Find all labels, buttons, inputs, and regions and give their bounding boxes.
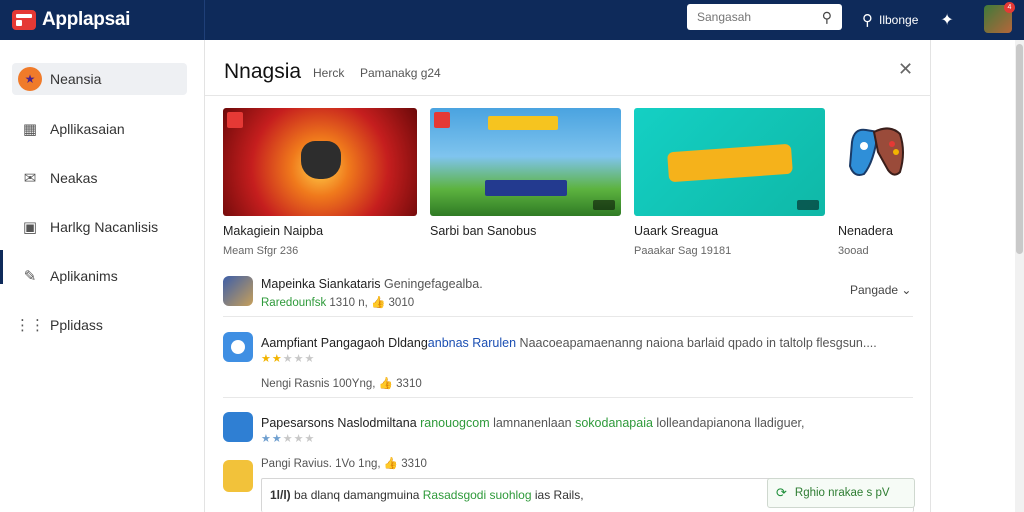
rating-stars: ★★★★★ [261, 433, 316, 445]
sidebar-item-label: Pplidass [50, 317, 103, 333]
tab-pamanakg[interactable]: Pamanakg g24 [360, 66, 441, 80]
dots-icon: ⋮⋮ [15, 317, 45, 334]
sidebar-item-label: Harlkg Nacanlisis [50, 219, 159, 235]
search-input[interactable] [697, 10, 817, 24]
tag-icon [227, 112, 243, 128]
app-logo-icon [12, 10, 36, 30]
sidebar-item-harlkg[interactable]: ▣ Harlkg Nacanlisis [12, 211, 187, 243]
featured-card-1[interactable] [223, 108, 417, 216]
app-icon [223, 412, 253, 442]
action-button-label: Rghio nrakae s pV [794, 487, 890, 499]
featured-title[interactable]: Uaark Sreagua [634, 224, 718, 238]
puzzle-icon[interactable]: ✦ [940, 10, 953, 30]
page-title: Nnagsia [224, 60, 302, 83]
list-item[interactable]: Aampfiant Pangagaoh Dldanganbnas Rarulen… [223, 330, 913, 398]
bottom-text: 1l/l) ba dlanq damangmuina Rasadsgodi su… [270, 488, 584, 502]
featured-title[interactable]: Sarbi ban Sanobus [430, 224, 536, 238]
badge-icon: ★ [18, 67, 42, 91]
list-item[interactable]: Mapeinka Siankataris Geningefagealba. Ra… [223, 274, 913, 317]
sidebar-item-apps[interactable]: ▦ Apllikasaian [12, 113, 187, 145]
sidebar-item-label: Aplikanims [50, 268, 118, 284]
pen-icon: ✎ [23, 268, 37, 285]
sidebar-item-pplidass[interactable]: ⋮⋮ Pplidass [12, 309, 187, 341]
card-badge [593, 200, 615, 210]
chevron-down-icon: ⌄ [901, 283, 912, 297]
sidebar-item-neakas[interactable]: ✉ Neakas [12, 162, 187, 194]
app-icon [223, 332, 253, 362]
sort-dropdown[interactable]: Pangade ⌄ [850, 283, 911, 297]
list-item[interactable]: Papesarsons Naslodmiltana ranouogcom lam… [223, 410, 913, 486]
featured-card-2[interactable] [430, 108, 621, 216]
featured-sub: Paaakar Sag 19181 [634, 245, 732, 257]
briefcase-icon: ▣ [22, 219, 38, 236]
thumbs-up-icon: 👍 [371, 297, 386, 309]
gamepad-icon [848, 127, 904, 176]
app-icon [223, 460, 253, 492]
scrollbar-thumb[interactable] [1016, 44, 1023, 254]
game-banner-bottom [485, 180, 567, 196]
notification-badge: 4 [1004, 2, 1015, 13]
app-icon [223, 276, 253, 306]
action-button[interactable]: ⟳ Rghio nrakae s pV [767, 478, 915, 508]
row-title: Aampfiant Pangagaoh Dldanganbnas Rarulen… [261, 336, 877, 350]
featured-sub: 3ooad [838, 245, 869, 257]
user-label[interactable]: Ilbonge [879, 13, 918, 27]
rating-stars: ★★★★★ [261, 353, 316, 365]
grid-icon: ▦ [22, 121, 38, 138]
avatar[interactable]: 4 [984, 2, 1015, 33]
search-box[interactable]: ⚲ [687, 4, 842, 30]
tag-icon [434, 112, 450, 128]
sidebar-item-aplikanims[interactable]: ✎ Aplikanims [12, 260, 187, 292]
featured-card-4[interactable] [838, 108, 918, 216]
search-icon[interactable]: ⚲ [822, 9, 832, 26]
tab-herck[interactable]: Herck [313, 66, 344, 80]
main-panel: Nnagsia Herck Pamanakg g24 ✕ Makagiein N… [205, 40, 931, 512]
sidebar-selection-indicator [0, 250, 3, 284]
app-title: Applapsai [42, 9, 131, 30]
featured-sub: Meam Sfgr 236 [223, 245, 299, 257]
sidebar: ★ Neansia ▦ Apllikasaian ✉ Neakas ▣ Harl… [0, 40, 205, 512]
magnifier-icon[interactable]: ⚲ [862, 11, 873, 29]
game-banner [488, 116, 558, 130]
refresh-icon: ⟳ [776, 485, 787, 500]
scrollbar[interactable] [1015, 40, 1024, 512]
featured-card-3[interactable] [634, 108, 825, 216]
controller-icon [301, 141, 341, 179]
game-logo [667, 143, 793, 183]
close-icon[interactable]: ✕ [898, 59, 913, 80]
panel-header: Nnagsia Herck Pamanakg g24 ✕ [205, 40, 931, 96]
card-badge [797, 200, 819, 210]
row-meta: Pangi Ravius. 1Vo 1ng, 👍 3310 [261, 458, 427, 470]
top-bar: Applapsai ⚲ ⚲ Ilbonge ✦ 4 [0, 0, 1024, 40]
row-title: Mapeinka Siankataris Geningefagealba. [261, 277, 483, 291]
app-logo[interactable]: Applapsai [0, 0, 205, 40]
sidebar-item-label: Apllikasaian [50, 121, 125, 137]
row-title: Papesarsons Naslodmiltana ranouogcom lam… [261, 416, 805, 430]
sidebar-item-label: Neansia [50, 71, 102, 87]
top-right-controls: ⚲ Ilbonge ✦ [862, 0, 960, 40]
sidebar-item-label: Neakas [50, 170, 98, 186]
thumbs-up-icon: 👍 [383, 458, 399, 470]
row-meta: Nengi Rasnis 100Yng, 👍 3310 [261, 378, 422, 390]
row-meta: Raredounfsk 1310 n, 👍 3010 [261, 297, 415, 309]
featured-title[interactable]: Makagiein Naipba [223, 224, 323, 238]
mail-icon: ✉ [23, 170, 37, 187]
thumbs-up-icon: 👍 [378, 378, 393, 390]
featured-title[interactable]: Nenadera [838, 224, 893, 238]
sidebar-item-neansia[interactable]: ★ Neansia [12, 63, 187, 95]
